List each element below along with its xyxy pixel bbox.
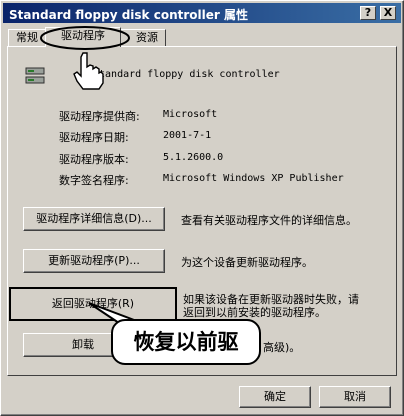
tab-driver[interactable]: 驱动程序 xyxy=(45,27,121,47)
callout-text: 恢复以前驱 xyxy=(133,330,239,354)
version-label: 驱动程序版本: xyxy=(59,153,129,166)
device-name: Standard floppy disk controller xyxy=(93,69,280,80)
tab-general[interactable]: 常规 xyxy=(8,29,46,47)
floppy-controller-icon xyxy=(25,67,45,84)
version-value: 5.1.2600.0 xyxy=(163,152,224,163)
callout-bubble: 恢复以前驱 xyxy=(111,319,261,365)
date-value: 2001-7-1 xyxy=(163,130,212,141)
signer-value: Microsoft Windows XP Publisher xyxy=(163,173,344,184)
cancel-button[interactable]: 取消 xyxy=(319,386,391,408)
tab-resources[interactable]: 资源 xyxy=(120,29,166,47)
ok-button[interactable]: 确定 xyxy=(239,386,311,408)
properties-dialog: Standard floppy disk controller 属性 ? X 常… xyxy=(0,0,404,416)
update-driver-button[interactable]: 更新驱动程序(P)... xyxy=(23,249,165,273)
close-button[interactable]: X xyxy=(380,6,396,20)
date-label: 驱动程序日期: xyxy=(59,131,129,144)
tab-general-label: 常规 xyxy=(16,31,38,44)
rollback-desc-line2: 返回到以前安装的驱动程序。 xyxy=(183,306,326,319)
provider-value: Microsoft xyxy=(163,109,218,120)
driver-details-desc: 查看有关驱动程序文件的详细信息。 xyxy=(181,214,357,227)
update-driver-desc: 为这个设备更新驱动程序。 xyxy=(181,256,313,269)
hand-cursor-icon xyxy=(73,52,104,90)
tab-driver-label: 驱动程序 xyxy=(61,29,105,42)
uninstall-desc: 高级)。 xyxy=(263,341,301,354)
signer-label: 数字签名程序: xyxy=(59,174,129,187)
driver-details-button[interactable]: 驱动程序详细信息(D)... xyxy=(23,207,165,231)
tab-resources-label: 资源 xyxy=(136,31,158,44)
help-button[interactable]: ? xyxy=(360,6,376,20)
provider-label: 驱动程序提供商: xyxy=(59,110,140,123)
window-title: Standard floppy disk controller 属性 xyxy=(9,8,248,22)
title-bar: Standard floppy disk controller 属性 ? X xyxy=(3,3,401,23)
